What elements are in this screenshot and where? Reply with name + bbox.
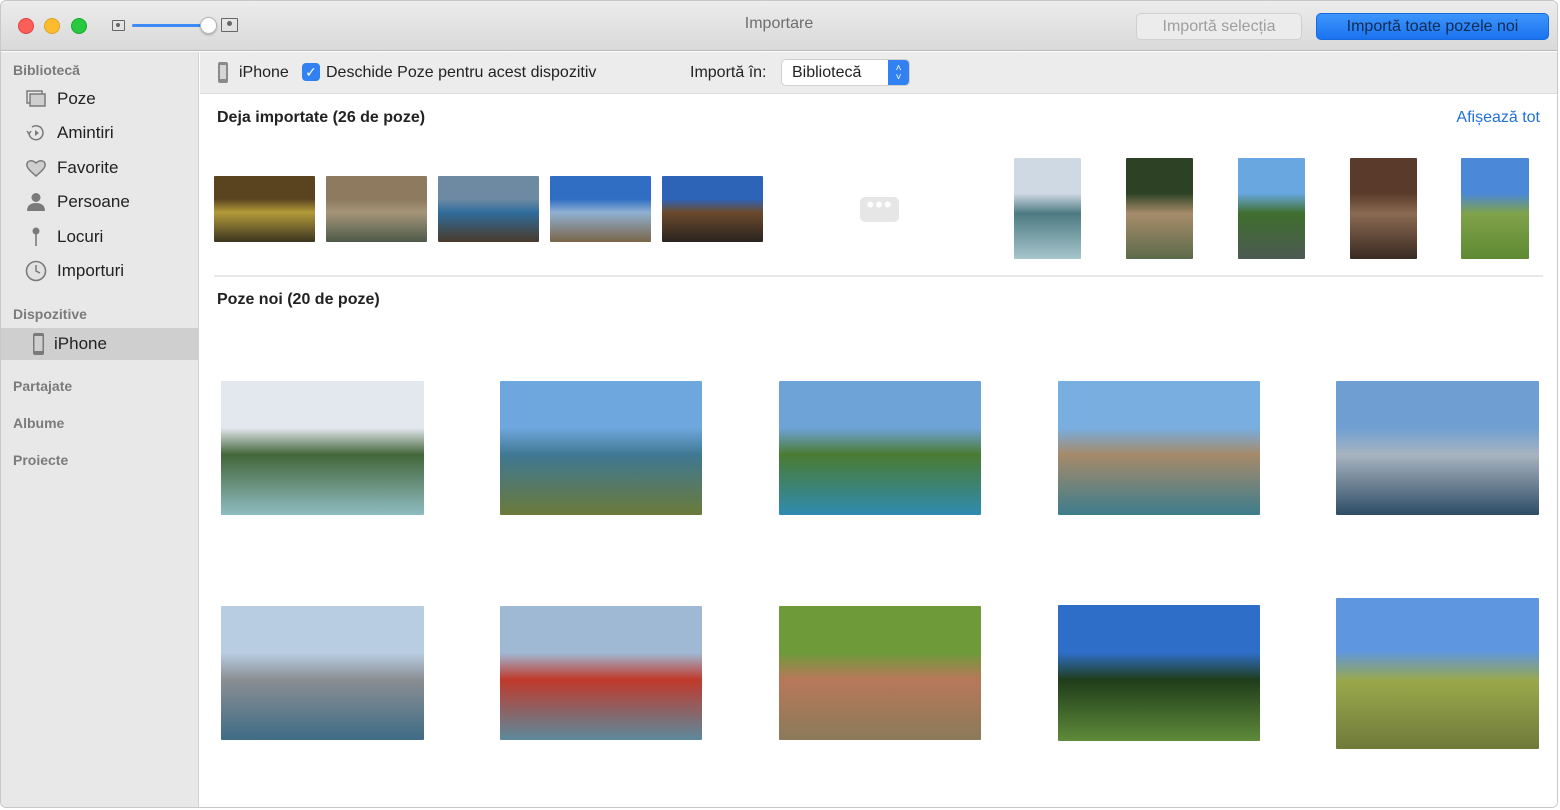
sidebar-heading-devices[interactable]: Dispozitive [13, 306, 87, 322]
already-imported-title: Deja importate (26 de poze) [217, 109, 426, 126]
photo-thumbnail[interactable] [221, 381, 424, 515]
photos-icon [26, 90, 46, 107]
device-name: iPhone [239, 64, 289, 81]
photo-thumbnail[interactable] [1336, 598, 1539, 749]
pin-icon [32, 227, 40, 246]
photo-thumbnail[interactable] [500, 606, 702, 740]
sidebar-item-label: Favorite [57, 158, 119, 177]
sidebar-item-photos[interactable]: Poze [1, 83, 199, 115]
photo-thumbnail[interactable] [438, 176, 539, 242]
photo-thumbnail[interactable] [1126, 158, 1193, 259]
photo-thumbnail[interactable] [500, 381, 702, 515]
sidebar-item-people[interactable]: Persoane [1, 186, 199, 218]
sidebar-item-label: Poze [57, 89, 96, 108]
iphone-icon [33, 333, 44, 355]
new-photos-title: Poze noi (20 de poze) [217, 291, 380, 308]
photo-thumbnail[interactable] [779, 381, 981, 515]
photo-thumbnail[interactable] [662, 176, 763, 242]
photo-thumbnail[interactable] [1350, 158, 1417, 259]
import-toolbar: iPhone ✓ Deschide Poze pentru acest disp… [200, 52, 1557, 94]
sidebar-heading-albums[interactable]: Albume [13, 415, 64, 431]
sidebar-heading-projects[interactable]: Proiecte [13, 452, 68, 468]
show-all-link[interactable]: Afișează tot [1456, 109, 1540, 127]
title-bar: Importare Importă selecția Importă toate… [1, 1, 1557, 51]
sidebar-item-memories[interactable]: Amintiri [1, 117, 199, 149]
sidebar-item-places[interactable]: Locuri [1, 221, 199, 253]
photo-thumbnail[interactable] [1058, 381, 1260, 515]
memories-icon [26, 125, 44, 141]
import-selection-button[interactable]: Importă selecția [1136, 13, 1302, 40]
person-icon [27, 193, 45, 211]
clock-icon [25, 260, 47, 282]
import-all-new-button[interactable]: Importă toate pozele noi [1316, 13, 1549, 40]
open-photos-checkbox[interactable]: ✓ [302, 63, 320, 81]
photo-thumbnail[interactable] [1014, 158, 1081, 259]
photo-thumbnail[interactable] [214, 176, 315, 242]
photo-thumbnail[interactable] [1461, 158, 1529, 259]
sidebar-heading-library[interactable]: Bibliotecă [13, 62, 80, 78]
more-imported-button[interactable]: ••• [860, 194, 899, 222]
photo-thumbnail[interactable] [779, 606, 981, 740]
import-to-label: Importă în: [690, 64, 767, 81]
open-photos-label[interactable]: Deschide Poze pentru acest dispozitiv [326, 64, 596, 82]
section-divider [214, 275, 1543, 277]
sidebar-item-label: iPhone [54, 334, 107, 353]
sidebar-item-label: Persoane [57, 192, 130, 211]
sidebar: Bibliotecă Poze Amintiri Favorite Persoa… [1, 52, 199, 807]
photo-thumbnail[interactable] [1058, 605, 1260, 741]
photo-thumbnail[interactable] [1238, 158, 1305, 259]
iphone-icon [218, 62, 228, 83]
photo-thumbnail[interactable] [221, 606, 424, 740]
sidebar-item-favorites[interactable]: Favorite [1, 152, 199, 184]
sidebar-heading-shared[interactable]: Partajate [13, 378, 72, 394]
sidebar-item-label: Importuri [57, 261, 125, 280]
up-down-chevron-icon: ˄ ˅ [888, 60, 909, 85]
import-content: Deja importate (26 de poze) Afișează tot… [200, 95, 1557, 807]
import-window: Importare Importă selecția Importă toate… [0, 0, 1558, 808]
photo-thumbnail[interactable] [1336, 381, 1539, 515]
sidebar-item-iphone[interactable]: iPhone [1, 328, 199, 360]
sidebar-item-imports[interactable]: Importuri [1, 255, 199, 287]
sidebar-item-label: Amintiri [57, 123, 114, 142]
photo-thumbnail[interactable] [326, 176, 427, 242]
sidebar-item-label: Locuri [57, 227, 104, 246]
import-to-select[interactable]: Bibliotecă ˄ ˅ [781, 59, 910, 86]
heart-icon [26, 160, 46, 177]
photo-thumbnail[interactable] [550, 176, 651, 242]
import-to-value: Bibliotecă [792, 64, 862, 81]
